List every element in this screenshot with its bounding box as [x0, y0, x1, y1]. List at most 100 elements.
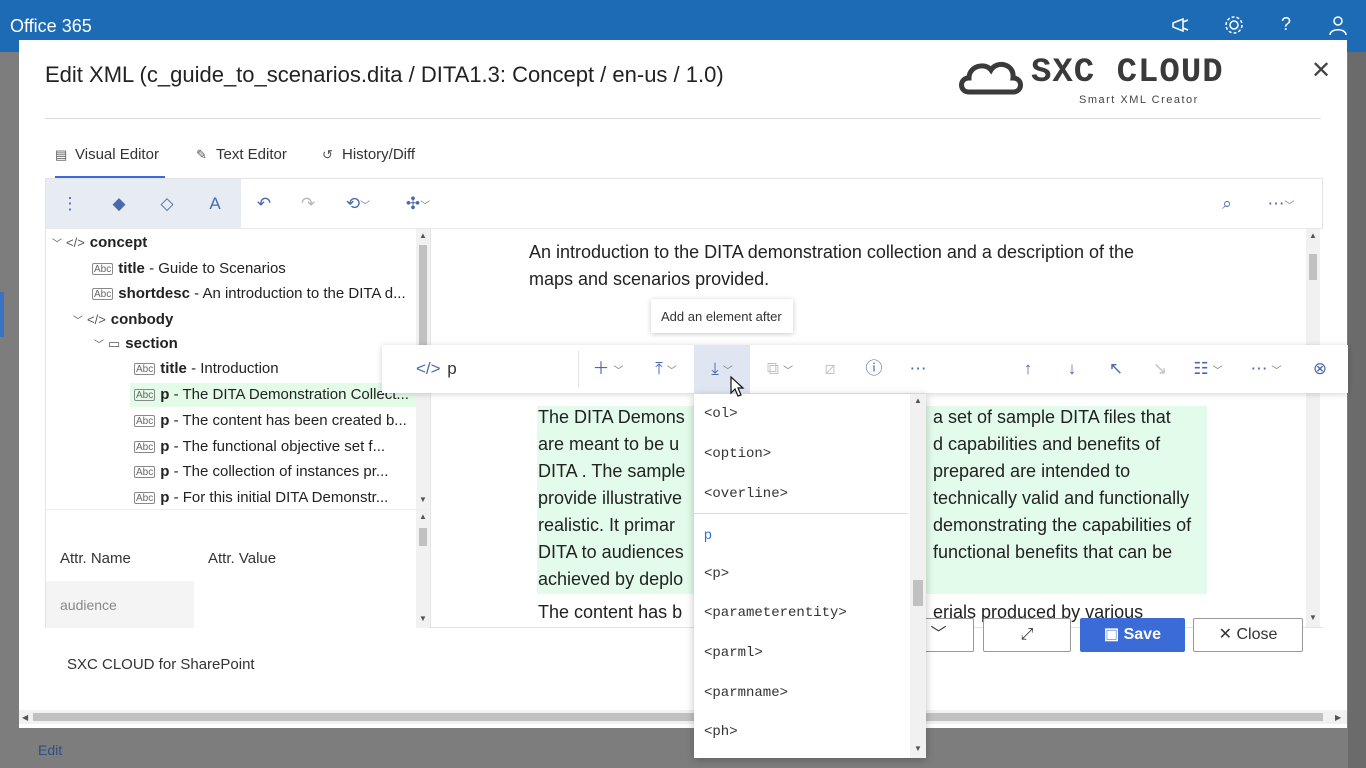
edit-link[interactable]: Edit — [38, 742, 62, 758]
dropdown-scrollbar[interactable]: ▲ ▼ — [910, 394, 926, 758]
attr-scrollbar[interactable]: ▲ ▼ — [416, 510, 430, 628]
tree-view-icon[interactable]: ⋮ — [56, 191, 84, 217]
tags-icon[interactable]: ◆ — [105, 191, 133, 217]
help-icon[interactable]: ? — [1274, 14, 1298, 38]
chevron-down-icon[interactable]: ﹀ — [73, 310, 87, 334]
tree-node-tag: title — [118, 260, 145, 277]
dropdown-option[interactable]: <ol> — [694, 394, 908, 434]
dropdown-option[interactable]: <ph> — [694, 712, 908, 752]
tag-icon[interactable]: ◇ — [153, 191, 181, 217]
tree-node-p[interactable]: Abc p - The functional objective set f... — [134, 435, 385, 459]
add-before-button[interactable]: ⤒ ﹀ — [644, 357, 688, 381]
scroll-up-icon[interactable]: ▲ — [914, 396, 922, 405]
close-button[interactable]: ✕ Close — [1193, 618, 1303, 652]
redo-icon[interactable]: ↷ — [294, 191, 322, 217]
person-icon[interactable] — [1326, 14, 1350, 38]
close-dialog-icon[interactable]: ✕ — [1307, 58, 1335, 86]
scroll-down-icon[interactable]: ▼ — [914, 744, 922, 753]
search-icon[interactable]: ⌕ — [1213, 191, 1241, 217]
megaphone-icon[interactable] — [1169, 14, 1193, 38]
dropdown-option[interactable]: <overline> — [694, 474, 908, 514]
demote-icon[interactable]: ↘ — [1148, 357, 1172, 381]
more-menu-icon[interactable]: ⋯﹀ — [1256, 191, 1306, 217]
tree-node-conbody[interactable]: ﹀ </> conbody — [73, 308, 173, 332]
office-brand[interactable]: Office 365 — [10, 16, 92, 37]
attributes-menu-icon[interactable]: ☷ ﹀ — [1186, 357, 1230, 381]
scroll-up-icon[interactable]: ▲ — [1309, 231, 1317, 240]
attr-value-field[interactable] — [194, 581, 416, 628]
move-up-icon[interactable]: ↑ — [1016, 357, 1040, 381]
dropdown-option-selected[interactable]: p — [694, 514, 908, 554]
header-divider — [45, 118, 1321, 119]
scroll-up-icon[interactable]: ▲ — [419, 231, 427, 240]
tree-node-title[interactable]: Abc title - Introduction — [134, 357, 279, 381]
element-dropdown-list: <ol> <option> <overline> p <p> <paramete… — [694, 394, 926, 758]
tree-node-text: - For this initial DITA Demonstr... — [169, 489, 389, 506]
horizontal-scroll-thumb[interactable] — [33, 713, 1323, 721]
tab-text-editor[interactable]: ✎ Text Editor — [196, 140, 292, 178]
overflow-menu-icon[interactable]: ⋯ ﹀ — [1244, 357, 1288, 381]
gear-icon[interactable] — [1222, 14, 1246, 38]
dropdown-option[interactable]: <parmname> — [694, 673, 908, 713]
wrap-element-button[interactable]: ⧉ ﹀ — [758, 357, 802, 381]
unwrap-element-button[interactable]: ⧄ — [818, 357, 842, 381]
element-icon: </> — [66, 235, 85, 250]
toolbar-separator — [578, 351, 579, 387]
save-button[interactable]: ▣ Save — [1080, 618, 1185, 652]
insert-element-button[interactable]: ＋ ﹀ — [586, 357, 630, 381]
close-icon: ✕ — [1218, 626, 1237, 643]
document-scroll-thumb[interactable] — [1309, 254, 1317, 280]
dropdown-option[interactable]: <p> — [694, 554, 908, 594]
chevron-down-icon[interactable]: ﹀ — [94, 334, 108, 358]
attr-value-header: Attr. Value — [208, 550, 277, 567]
scroll-down-icon[interactable]: ▼ — [419, 495, 427, 504]
attr-row-name: audience — [46, 581, 194, 628]
paragraph-line: prepared are intended to — [933, 461, 1131, 481]
dropdown-option[interactable]: <parml> — [694, 633, 908, 673]
main-toolbar: ⋮ ◆ ◇ A ↶ ↷ ⟲﹀ ✣﹀ ⌕ ⋯﹀ — [46, 179, 1322, 229]
promote-icon[interactable]: ↖ — [1104, 357, 1128, 381]
scroll-down-icon[interactable]: ▼ — [1309, 613, 1317, 622]
tab-visual-editor[interactable]: ▤ Visual Editor — [55, 140, 165, 178]
undo-icon[interactable]: ↶ — [250, 191, 278, 217]
move-down-icon[interactable]: ↓ — [1060, 357, 1084, 381]
more-actions-icon[interactable]: ⋯ — [906, 357, 930, 381]
translate-icon[interactable]: A — [201, 191, 229, 217]
tab-history-diff[interactable]: ↺ History/Diff — [322, 140, 432, 178]
scroll-right-icon[interactable]: ▶ — [1335, 713, 1341, 722]
paragraph-line: The DITA Demons — [538, 407, 685, 427]
plugin-menu-icon[interactable]: ✣﹀ — [396, 191, 440, 217]
tree-node-p[interactable]: Abc p - The collection of instances pr... — [134, 460, 388, 484]
dialog-horizontal-scrollbar[interactable]: ◀ ▶ — [19, 710, 1347, 724]
dropdown-option[interactable]: <parameterentity> — [694, 593, 908, 633]
scroll-left-icon[interactable]: ◀ — [22, 713, 28, 722]
paragraph-line[interactable]: The content has b — [538, 599, 682, 626]
shortdesc-line[interactable]: An introduction to the DITA demonstratio… — [529, 239, 1134, 266]
text-node-icon: Abc — [134, 492, 156, 505]
dropdown-option[interactable]: <option> — [694, 434, 908, 474]
scroll-down-icon[interactable]: ▼ — [419, 614, 427, 623]
tree-node-p-selected[interactable]: Abc p - The DITA Demonstration Collect... — [130, 383, 425, 407]
replace-menu-icon[interactable]: ⟲﹀ — [336, 191, 380, 217]
tree-node-p[interactable]: Abc p - The content has been created b... — [134, 409, 407, 433]
tree-node-text: - Guide to Scenarios — [144, 260, 286, 277]
document-scrollbar[interactable]: ▲ ▼ — [1306, 229, 1320, 627]
tree-node-p[interactable]: Abc p - For this initial DITA Demonstr... — [134, 486, 388, 509]
chevron-down-icon[interactable]: ﹀ — [52, 233, 66, 257]
visual-editor-icon: ▤ — [55, 147, 68, 162]
scroll-up-icon[interactable]: ▲ — [419, 512, 427, 521]
text-node-icon: Abc — [134, 415, 156, 428]
fullscreen-button[interactable]: ⤢ — [983, 618, 1071, 652]
tree-node-concept[interactable]: ﹀ </> concept — [52, 231, 147, 255]
info-icon[interactable]: ⓘ — [862, 357, 886, 381]
element-toolbar: </> p ＋ ﹀ ⤒ ﹀ ⤓ ﹀ ⧉ ﹀ ⧄ ⓘ ⋯ ↑ ↓ ↖ ↘ ☷ ﹀ ⋯ ﹀ ⊗ — [382, 345, 1348, 393]
close-toolbar-icon[interactable]: ⊗ — [1308, 357, 1332, 381]
tree-node-shortdesc[interactable]: Abc shortdesc - An introduction to the DI… — [92, 282, 406, 306]
mouse-pointer-icon — [730, 375, 745, 397]
shortdesc-line[interactable]: maps and scenarios provided. — [529, 266, 769, 293]
attr-scroll-thumb[interactable] — [419, 528, 427, 546]
tree-node-title[interactable]: Abc title - Guide to Scenarios — [92, 257, 286, 281]
page-scrollbar[interactable] — [1348, 52, 1366, 768]
dropdown-scroll-thumb[interactable] — [913, 580, 923, 606]
tree-node-section[interactable]: ﹀ ▭ section — [94, 332, 178, 356]
